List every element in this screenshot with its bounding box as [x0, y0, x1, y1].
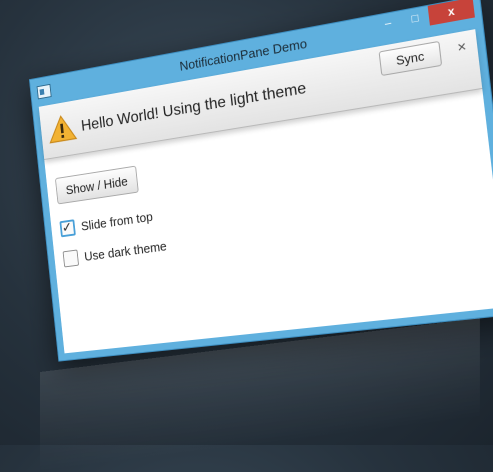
dark-theme-label: Use dark theme [83, 238, 168, 264]
window-controls: – □ x [373, 0, 475, 35]
slide-from-top-label: Slide from top [80, 209, 154, 234]
slide-from-top-checkbox[interactable]: ✓ Slide from top [59, 208, 154, 238]
warning-icon [47, 112, 78, 145]
app-window: NotificationPane Demo – □ x Hello World!… [28, 0, 493, 362]
stage: NotificationPane Demo – □ x Hello World!… [0, 0, 493, 472]
show-hide-button[interactable]: Show / Hide [54, 165, 139, 205]
checkbox-checked-icon[interactable]: ✓ [59, 219, 76, 238]
sync-button[interactable]: Sync [378, 40, 443, 77]
checkbox-unchecked-icon[interactable] [62, 249, 80, 268]
dark-theme-checkbox[interactable]: Use dark theme [62, 238, 168, 268]
notification-close-icon[interactable]: × [456, 37, 467, 55]
